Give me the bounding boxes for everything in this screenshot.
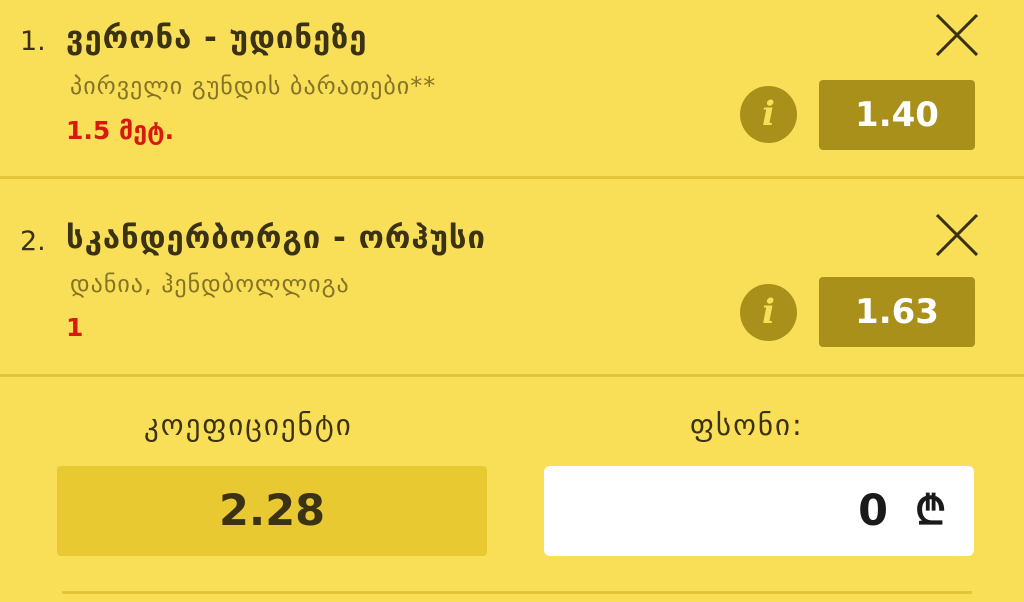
coefficient-label: კოეფიციენტი <box>144 408 353 442</box>
bet-number: 1. <box>20 26 46 57</box>
match-title: ვერონა - უდინეზე <box>66 20 368 56</box>
divider <box>0 374 1024 377</box>
odds-button[interactable]: 1.63 <box>819 277 975 347</box>
stake-value: 0 <box>858 486 888 536</box>
stake-input[interactable]: 0 ₾ <box>544 466 974 556</box>
match-title: სკანდერბორგი - ორჰუსი <box>66 220 487 256</box>
lari-currency-icon: ₾ <box>915 488 946 534</box>
selected-outcome: 1 <box>66 313 84 342</box>
bet-number: 2. <box>20 226 46 257</box>
market-name: პირველი გუნდის ბარათები** <box>70 72 437 100</box>
bet-item: 1. ვერონა - უდინეზე პირველი გუნდის ბარათ… <box>0 0 1024 177</box>
close-icon[interactable] <box>935 13 979 57</box>
selected-outcome: 1.5 მეტ. <box>66 116 175 145</box>
info-icon[interactable]: i <box>740 86 797 143</box>
close-icon[interactable] <box>935 213 979 257</box>
odds-button[interactable]: 1.40 <box>819 80 975 150</box>
market-name: დანია, ჰენდბოლლიგა <box>70 270 350 298</box>
info-icon[interactable]: i <box>740 284 797 341</box>
stake-label: ფსონი: <box>690 408 804 442</box>
total-coefficient: 2.28 <box>57 466 487 556</box>
divider <box>62 591 972 594</box>
bet-item: 2. სკანდერბორგი - ორჰუსი დანია, ჰენდბოლლ… <box>0 179 1024 356</box>
